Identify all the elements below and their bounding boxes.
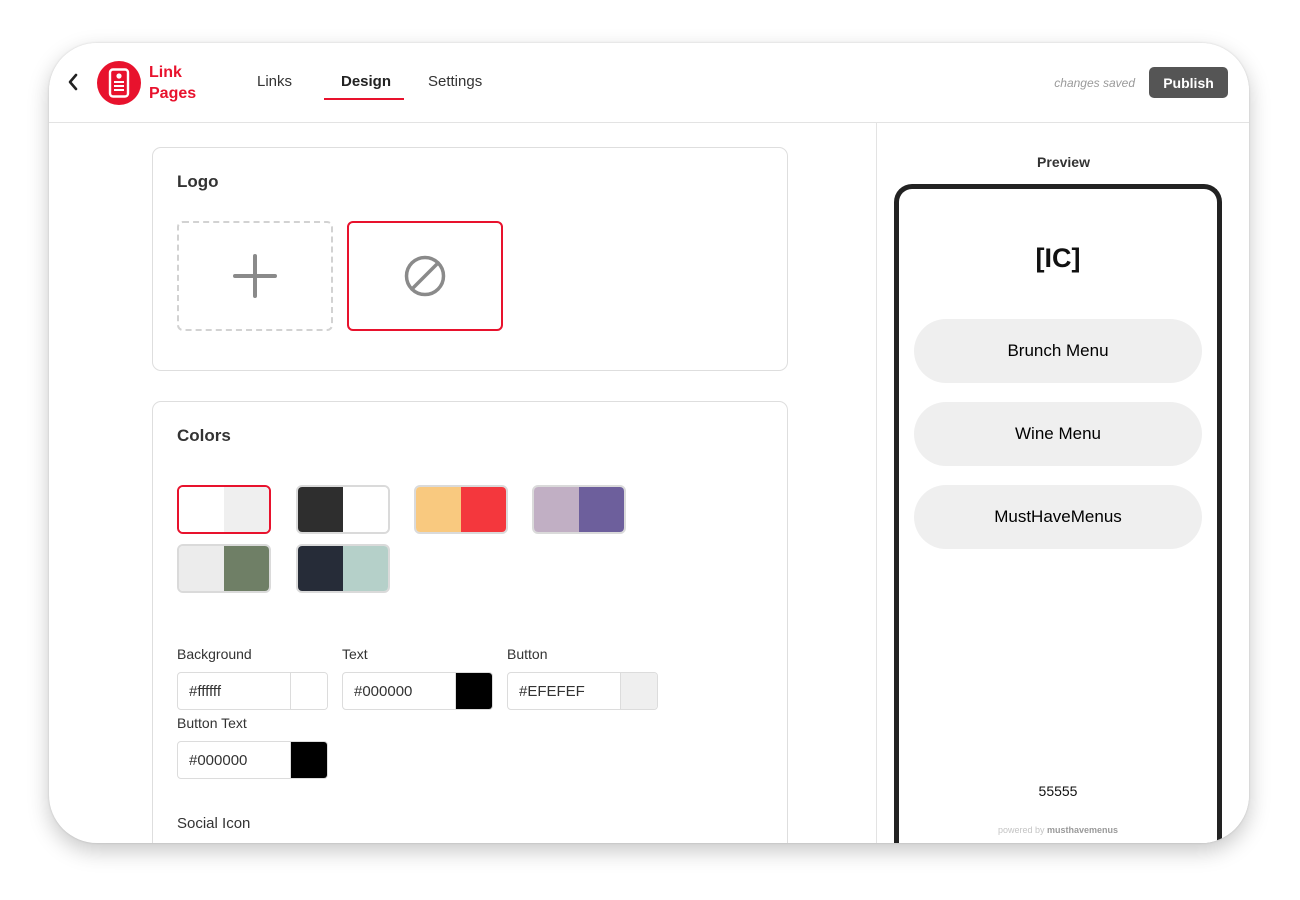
powered-by[interactable]: powered by musthavemenus bbox=[899, 825, 1217, 835]
button-text-color-field[interactable]: #000000 bbox=[177, 741, 328, 779]
add-logo-button[interactable] bbox=[177, 221, 333, 331]
color-preset[interactable] bbox=[414, 485, 508, 534]
tab-links[interactable]: Links bbox=[257, 73, 292, 90]
preview-link-button[interactable]: MustHaveMenus bbox=[914, 485, 1202, 549]
publish-button[interactable]: Publish bbox=[1149, 67, 1228, 98]
preset-color-left bbox=[298, 546, 343, 591]
active-tab-indicator bbox=[324, 98, 404, 100]
background-color-field[interactable]: #ffffff bbox=[177, 672, 328, 710]
preview-panel: Preview [IC] Brunch Menu Wine Menu MustH… bbox=[876, 123, 1249, 843]
back-button[interactable] bbox=[63, 69, 83, 95]
save-status: changes saved bbox=[1054, 76, 1135, 90]
button-text-color-chip[interactable] bbox=[291, 742, 327, 778]
preview-link-button[interactable]: Brunch Menu bbox=[914, 319, 1202, 383]
button-color-chip[interactable] bbox=[621, 673, 657, 709]
preset-color-right bbox=[343, 546, 388, 591]
color-preset[interactable] bbox=[177, 544, 271, 593]
preview-footer-text: 55555 bbox=[1038, 783, 1078, 799]
text-color-chip[interactable] bbox=[456, 673, 492, 709]
preset-color-left bbox=[298, 487, 343, 532]
button-color-field[interactable]: #EFEFEF bbox=[507, 672, 658, 710]
preset-color-right bbox=[461, 487, 506, 532]
top-bar: Link Pages Links Design Settings changes… bbox=[49, 43, 1249, 123]
color-preset[interactable] bbox=[177, 485, 271, 534]
background-color-chip[interactable] bbox=[291, 673, 327, 709]
design-editor: Logo Colors Background #ffffff Text #000… bbox=[49, 123, 876, 843]
preset-color-right bbox=[224, 487, 269, 532]
no-logo-option[interactable] bbox=[347, 221, 503, 331]
background-label: Background bbox=[177, 646, 252, 662]
phone-page-icon bbox=[108, 68, 130, 98]
preset-color-left bbox=[416, 487, 461, 532]
logo-card: Logo bbox=[152, 147, 788, 371]
preset-color-right bbox=[343, 487, 388, 532]
color-preset[interactable] bbox=[296, 544, 390, 593]
preset-color-left bbox=[179, 487, 224, 532]
preview-link-button[interactable]: Wine Menu bbox=[914, 402, 1202, 466]
text-color-field[interactable]: #000000 bbox=[342, 672, 493, 710]
tab-settings[interactable]: Settings bbox=[428, 73, 482, 90]
brand-line-2: Pages bbox=[149, 85, 197, 102]
color-preset[interactable] bbox=[296, 485, 390, 534]
brand-line-1: Link bbox=[149, 64, 182, 81]
plus-icon bbox=[233, 254, 277, 298]
color-preset[interactable] bbox=[532, 485, 626, 534]
phone-preview: [IC] Brunch Menu Wine Menu MustHaveMenus… bbox=[894, 184, 1222, 843]
chevron-left-icon bbox=[68, 73, 78, 91]
button-label: Button bbox=[507, 646, 548, 662]
logo-title: Logo bbox=[177, 172, 219, 191]
button-text-label: Button Text bbox=[177, 715, 247, 731]
button-text-color-value: #000000 bbox=[178, 742, 291, 778]
preset-color-left bbox=[534, 487, 579, 532]
text-label: Text bbox=[342, 646, 368, 662]
text-color-value: #000000 bbox=[343, 673, 456, 709]
social-icon-label: Social Icon bbox=[177, 815, 251, 832]
powered-by-prefix: powered by bbox=[997, 825, 1045, 835]
preview-title: Preview bbox=[1037, 154, 1090, 170]
brand-logo bbox=[97, 61, 141, 105]
preview-logo-text: [IC] bbox=[1035, 243, 1081, 273]
preset-color-left bbox=[179, 546, 224, 591]
preset-color-right bbox=[224, 546, 269, 591]
app-window: Link Pages Links Design Settings changes… bbox=[49, 43, 1249, 843]
colors-card: Colors Background #ffffff Text #000000 B… bbox=[152, 401, 788, 843]
tab-design[interactable]: Design bbox=[341, 73, 391, 90]
button-color-value: #EFEFEF bbox=[508, 673, 621, 709]
no-logo-icon bbox=[404, 255, 446, 297]
preset-color-right bbox=[579, 487, 624, 532]
brand-name: Link Pages bbox=[149, 62, 196, 104]
colors-title: Colors bbox=[177, 426, 231, 445]
powered-by-brand: musthavemenus bbox=[1047, 825, 1119, 835]
background-color-value: #ffffff bbox=[178, 673, 291, 709]
